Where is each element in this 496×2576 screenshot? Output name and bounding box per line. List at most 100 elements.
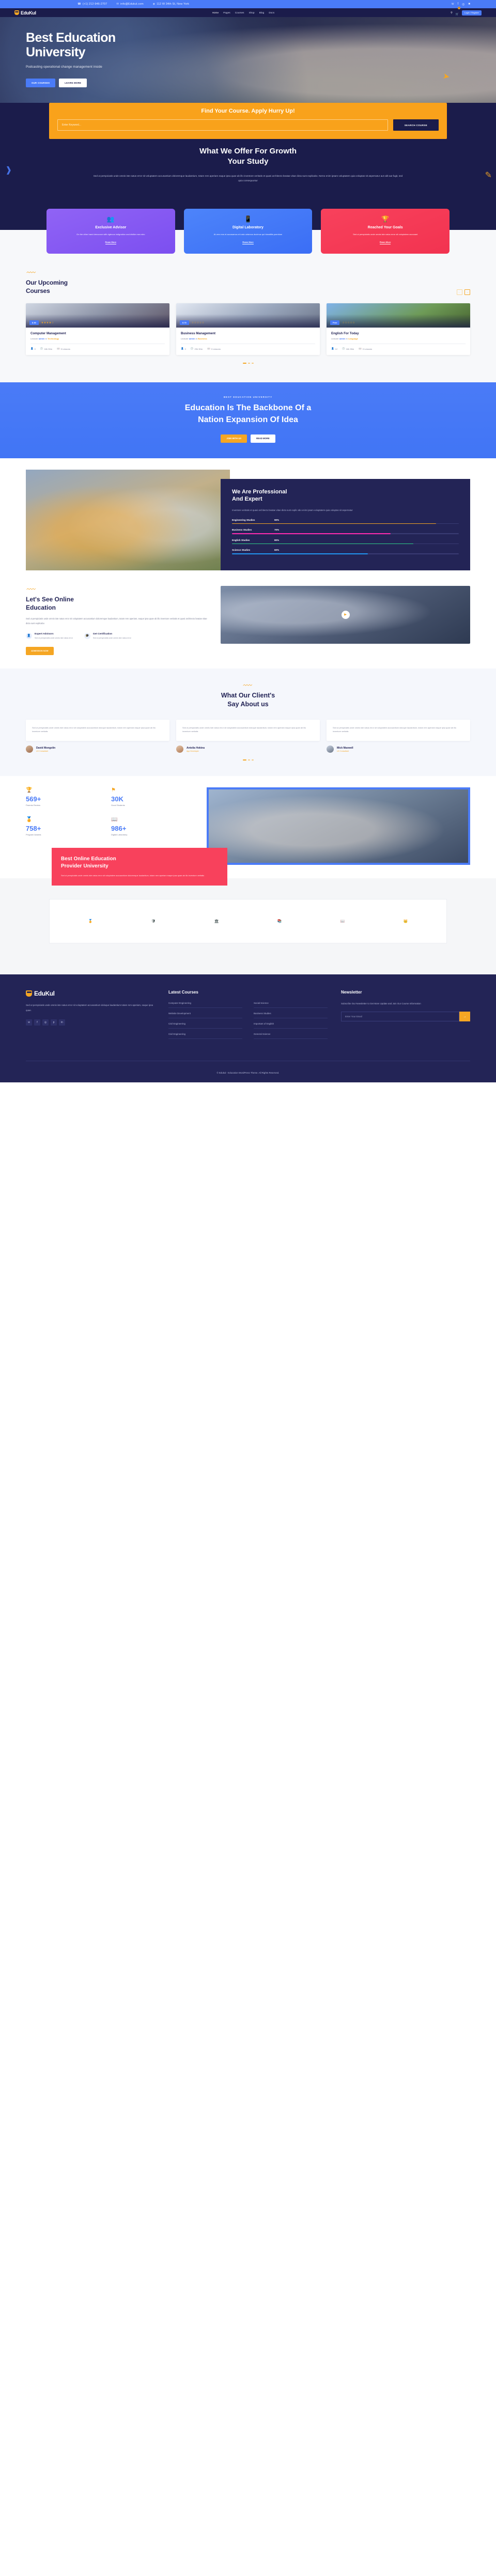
testimonial-card: Sed ut perspiciatis unde omnis iste natu… [26, 719, 169, 741]
phone-contact[interactable]: ☎ (+1) 212-946-2707 [78, 3, 107, 6]
cart-button[interactable]: 🛒 0 [456, 6, 460, 18]
lecturer-name[interactable]: admin [339, 337, 346, 340]
footer-logo[interactable]: EduKul [26, 990, 155, 997]
pagination-dot[interactable] [242, 759, 246, 761]
login-register-button[interactable]: Login / Register [461, 10, 482, 15]
pagination-dot[interactable] [247, 759, 250, 761]
pagination-dot[interactable] [251, 363, 254, 364]
college-1820-icon[interactable]: 🏛 [209, 913, 224, 929]
twitter-icon[interactable]: w [452, 3, 454, 6]
service-card-exclusive-advisor[interactable]: 👥 Exclusive Advisor On the other hand de… [47, 208, 175, 254]
footer-link[interactable]: Social Science [254, 1002, 328, 1008]
university-shield-icon[interactable]: 🛡 [146, 913, 161, 929]
service-read-more-link[interactable]: Ream More [379, 241, 391, 245]
course-card[interactable]: Free ☆☆☆☆☆ English For Today Lecturer ad… [327, 303, 470, 355]
university-crown-icon[interactable]: 👑 [398, 913, 413, 929]
nav-item-shop[interactable]: Shop [249, 11, 255, 14]
online-education-section: Let's See Online Education Sed ut perspi… [0, 582, 496, 669]
facebook-icon[interactable]: f [34, 1019, 40, 1026]
certificate-icon: 🎓 [84, 632, 90, 639]
promo-title-line1: Best Online Education [61, 856, 116, 862]
linkedin-icon[interactable]: in [59, 1019, 65, 1026]
newsletter-submit-button[interactable]: → [459, 1012, 470, 1022]
nav-item-home[interactable]: Home [212, 11, 219, 14]
site-logo[interactable]: EduKul [14, 10, 36, 15]
footer-link[interactable]: Business Studies [254, 1012, 328, 1019]
service-read-more-link[interactable]: Ream More [242, 241, 254, 245]
footer-socials: w f ◎ p in [26, 1019, 155, 1026]
lecturer-label: Lecturer [30, 337, 38, 340]
footer-link[interactable]: Civil Engineering [168, 1022, 242, 1029]
course-category[interactable]: Technology [48, 337, 59, 340]
college-campus-icon[interactable]: 📖 [335, 913, 350, 929]
course-category[interactable]: Business [198, 337, 207, 340]
service-card-reached-your-goals[interactable]: 🏆 Reached Your Goals Sed ut perspiciatis… [321, 208, 450, 254]
course-lecturer: Lecturer admin in Technology [30, 337, 165, 340]
stat-good-students: ⚑ 30K Good Students [111, 787, 196, 806]
stat-parents-review: 🏆 569+ Parents Review [26, 787, 111, 806]
facebook-icon[interactable]: f [457, 3, 458, 6]
avatar [327, 746, 334, 753]
course-card[interactable]: $ 30 ★★★★☆ Computer Management Lecturer … [26, 303, 169, 355]
squiggle-decoration-icon [243, 684, 253, 686]
nav-actions: ⚲ 🛒 0 Login / Register [451, 6, 482, 18]
nav-item-docs[interactable]: Docs [269, 11, 274, 14]
pagination-dot[interactable] [251, 759, 254, 761]
chevron-decoration-icon: ❱ [5, 166, 12, 175]
pagination-dot[interactable] [242, 363, 246, 364]
our-courses-button[interactable]: OUR COURSES [26, 79, 56, 87]
service-read-more-link[interactable]: Ream More [105, 241, 117, 245]
pinterest-icon[interactable]: p [51, 1019, 57, 1026]
carousel-prev-button[interactable]: ← [457, 289, 462, 296]
instagram-icon[interactable]: ◎ [462, 3, 464, 6]
hero-buttons: OUR COURSES LEARN MORE [26, 79, 470, 87]
footer-link[interactable]: Computer Engineering [168, 1002, 242, 1008]
instagram-icon[interactable]: ◎ [42, 1019, 49, 1026]
join-with-us-button[interactable]: JOIN WITH US [221, 434, 247, 443]
medal-icon: 🏅 [26, 817, 33, 823]
lecturer-name[interactable]: admin [39, 337, 45, 340]
service-cards-band: 👥 Exclusive Advisor On the other hand de… [0, 206, 496, 260]
footer-link[interactable]: Civil Engineering [168, 1033, 242, 1039]
service-card-digital-laboratory[interactable]: 📱 Digital Laboratory At vero eos et accu… [183, 208, 313, 254]
cta-read-more-button[interactable]: READ MORE [251, 434, 275, 443]
feature-get-certification: 🎓 Get Certification Sed ut perspiciatis … [84, 632, 131, 640]
footer-link[interactable]: Website Development [168, 1012, 242, 1019]
person-name: David Mongolin [36, 746, 56, 750]
twitter-icon[interactable]: w [26, 1019, 32, 1026]
learn-more-button[interactable]: LEARN MORE [59, 79, 87, 87]
linkedin-icon[interactable]: ■ [468, 3, 470, 6]
play-icon[interactable]: ▶ [341, 610, 350, 619]
skill-bar-fill [232, 553, 368, 554]
partner-logos: 🏅 🛡 🏛 📚 📖 👑 [49, 899, 447, 944]
nav-item-pages[interactable]: Pages [223, 11, 230, 14]
pagination-dot[interactable] [247, 363, 250, 364]
nav-menu: Home Pages Courses Shop Blog Docs [212, 11, 275, 14]
book-icon: 📖 [207, 347, 210, 350]
newsletter-email-input[interactable] [341, 1012, 459, 1022]
search-icon[interactable]: ⚲ [451, 11, 453, 14]
course-thumbnail: $ 30 ★★★★☆ [26, 303, 169, 328]
footer-link[interactable]: Important of English [254, 1022, 328, 1029]
search-course-button[interactable]: SEARCH COURSE [393, 119, 439, 131]
online-video-thumbnail[interactable]: ▶ [221, 585, 470, 644]
book-icon: 📖 [111, 817, 118, 823]
location-pin-icon: ◈ [152, 3, 156, 6]
lecturer-name[interactable]: admin [189, 337, 195, 340]
footer-link[interactable]: General Science [254, 1033, 328, 1039]
nav-item-blog[interactable]: Blog [259, 11, 265, 14]
university-academic-icon[interactable]: 📚 [272, 913, 287, 929]
course-category[interactable]: Language [348, 337, 358, 340]
carousel-next-button[interactable]: → [464, 289, 470, 296]
course-card[interactable]: $ 70 ☆☆☆☆☆ Business Management Lecturer … [176, 303, 320, 355]
hero-subtitle: Podcasting operational change management… [26, 65, 102, 69]
keyword-input[interactable] [57, 119, 388, 131]
users-icon: 👥 [106, 215, 115, 223]
in-label: in [195, 337, 197, 340]
email-contact[interactable]: ✉ info@Edukul.com [116, 3, 143, 6]
admission-now-button[interactable]: ADMISSION NOW [26, 646, 54, 655]
nav-item-courses[interactable]: Courses [235, 11, 244, 14]
hero-title-line2: University [26, 45, 85, 59]
professional-title-line2: And Expert [232, 496, 262, 503]
university-badge-icon[interactable]: 🏅 [83, 913, 98, 929]
